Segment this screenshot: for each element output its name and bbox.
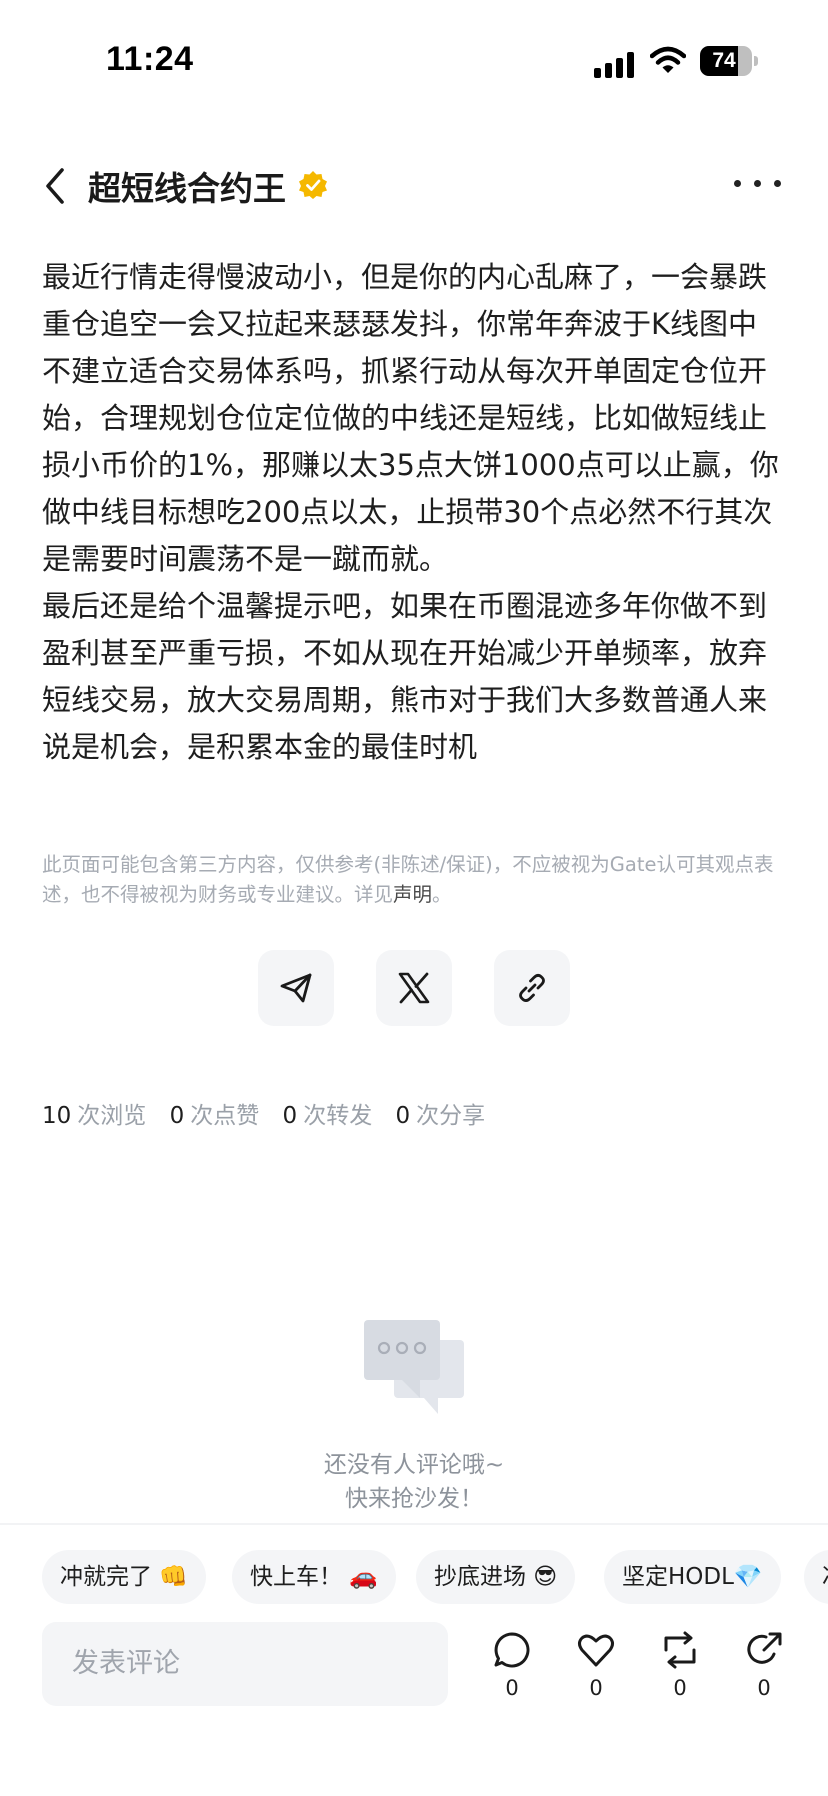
more-options-button[interactable] — [734, 178, 784, 192]
shares-count: 0 — [395, 1103, 411, 1129]
likes-label: 次点赞 — [190, 1103, 260, 1129]
status-time: 11:24 — [106, 40, 194, 78]
share-count: 0 — [757, 1676, 771, 1700]
divider — [0, 1523, 828, 1525]
quick-reply-chip[interactable]: 冲就完了 👊 — [42, 1550, 206, 1604]
share-row — [258, 950, 572, 1026]
heart-icon — [578, 1634, 614, 1667]
battery-percent: 74 — [712, 49, 736, 72]
wifi-icon — [650, 46, 686, 73]
share-x-button[interactable] — [376, 950, 452, 1026]
comment-count: 0 — [505, 1676, 519, 1700]
share-icon — [747, 1632, 782, 1664]
quick-reply-chip[interactable]: 坚定HODL💎 — [604, 1550, 781, 1604]
empty-comment-icon — [364, 1320, 464, 1414]
copy-link-button[interactable] — [494, 950, 570, 1026]
x-logo-icon — [398, 972, 430, 1004]
disclaimer: 此页面可能包含第三方内容，仅供参考(非陈述/保证)，不应被视为Gate认可其观点… — [42, 850, 790, 910]
statement-link[interactable]: 声明 — [393, 883, 432, 906]
disclaimer-end: 。 — [432, 883, 452, 906]
back-arrow-icon[interactable] — [38, 164, 74, 208]
quick-reply-chip[interactable]: 抄底进场 😎 — [416, 1550, 576, 1604]
quick-reply-chips: 冲就完了 👊 快上车！ 🚗 抄底进场 😎 坚定HODL💎 冲 — [42, 1550, 828, 1606]
battery-icon: 74 — [700, 46, 758, 76]
reposts-label: 次转发 — [303, 1103, 373, 1129]
post-header: 超短线合约王 — [0, 150, 828, 220]
send-icon — [280, 973, 312, 1003]
repost-count: 0 — [673, 1676, 687, 1700]
status-bar: 11:24 74 — [0, 0, 828, 110]
like-count: 0 — [589, 1676, 603, 1700]
post-paragraph: 最后还是给个温馨提示吧，如果在币圈混迹多年你做不到盈利甚至严重亏损，不如从现在开… — [42, 589, 768, 764]
views-count: 10 — [42, 1103, 72, 1129]
share-button[interactable]: 0 — [740, 1630, 788, 1714]
like-button[interactable]: 0 — [572, 1630, 620, 1714]
verified-badge-icon — [299, 171, 327, 199]
repost-icon — [664, 1631, 696, 1669]
comment-icon — [494, 1632, 530, 1668]
quick-reply-chip[interactable]: 快上车！ 🚗 — [232, 1550, 396, 1604]
comment-button[interactable]: 0 — [488, 1630, 536, 1714]
reposts-count: 0 — [282, 1103, 298, 1129]
likes-count: 0 — [169, 1103, 185, 1129]
link-icon — [519, 973, 545, 1003]
empty-comments-text: 还没有人评论哦~ 快来抢沙发！ — [0, 1448, 828, 1516]
empty-comments-line2: 快来抢沙发！ — [345, 1486, 483, 1512]
post-stats: 10 次浏览 0 次点赞 0 次转发 0 次分享 — [42, 1096, 501, 1130]
shares-label: 次分享 — [416, 1103, 486, 1129]
author-name[interactable]: 超短线合约王 — [88, 162, 286, 210]
quick-reply-chip[interactable]: 冲 — [804, 1550, 828, 1604]
post-body: 最近行情走得慢波动小，但是你的内心乱麻了，一会暴跌重仓追空一会又拉起来瑟瑟发抖，… — [42, 254, 786, 771]
share-telegram-button[interactable] — [258, 950, 334, 1026]
views-label: 次浏览 — [77, 1103, 147, 1129]
comment-input[interactable]: 发表评论 — [42, 1622, 448, 1706]
post-paragraph: 最近行情走得慢波动小，但是你的内心乱麻了，一会暴跌重仓追空一会又拉起来瑟瑟发抖，… — [42, 260, 779, 576]
repost-button[interactable]: 0 — [656, 1630, 704, 1714]
empty-comments-line1: 还没有人评论哦~ — [323, 1452, 505, 1478]
cellular-signal-icon — [594, 52, 636, 78]
